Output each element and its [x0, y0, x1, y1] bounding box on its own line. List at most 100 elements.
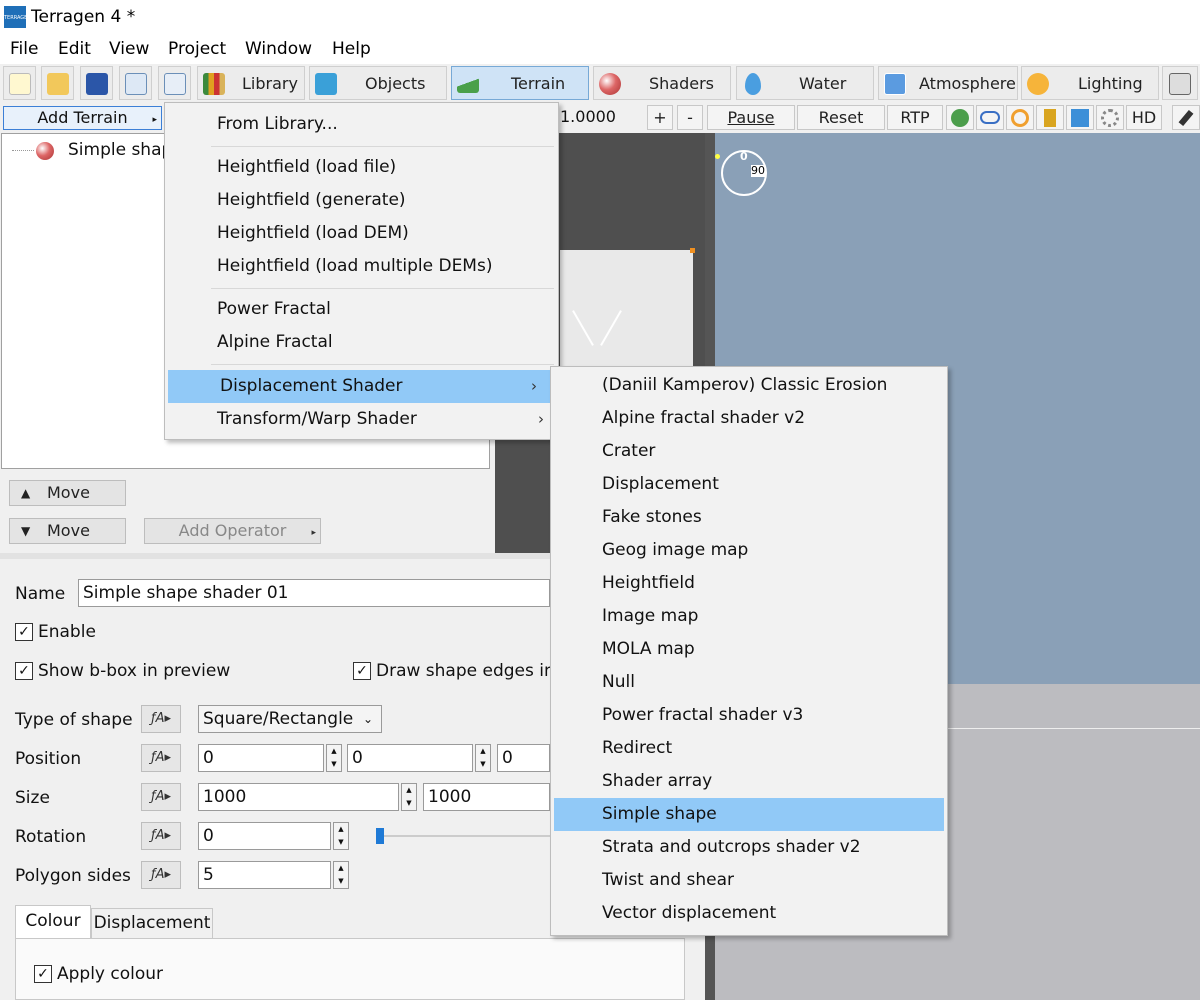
tab-displacement[interactable]: Displacement	[91, 908, 213, 939]
apply-colour-checkbox[interactable]: ✓	[34, 965, 52, 983]
position-z-field[interactable]: 0	[497, 744, 550, 772]
enable-checkbox[interactable]: ✓	[15, 623, 33, 641]
render-button[interactable]	[119, 66, 152, 100]
draw-edges-checkbox[interactable]: ✓	[353, 662, 371, 680]
menu-help[interactable]: Help	[332, 39, 371, 59]
menu-file[interactable]: File	[10, 39, 38, 59]
menu-item-from-library[interactable]: From Library...	[165, 108, 558, 141]
submenu-item[interactable]: Heightfield	[554, 567, 944, 600]
zoom-in-button[interactable]: +	[647, 105, 673, 130]
save-project-button[interactable]	[80, 66, 113, 100]
menu-item-heightfield-load-dem[interactable]: Heightfield (load DEM)	[165, 217, 558, 250]
pause-button[interactable]: Pause	[707, 105, 795, 130]
submenu-item-simple-shape[interactable]: Simple shape	[554, 798, 944, 831]
rotation-spinner[interactable]: ▲ ▼	[333, 822, 349, 850]
polygon-sides-field[interactable]: 5	[198, 861, 331, 889]
menu-edit[interactable]: Edit	[58, 39, 91, 59]
globe-icon	[951, 109, 969, 127]
show-bbox-checkbox[interactable]: ✓	[15, 662, 33, 680]
submenu-item[interactable]: Image map	[554, 600, 944, 633]
add-operator-button[interactable]: Add Operator ▸	[144, 518, 321, 544]
shaders-tab[interactable]: Shaders	[593, 66, 731, 100]
objects-tab[interactable]: Objects	[309, 66, 447, 100]
position-y-field[interactable]: 0	[347, 744, 473, 772]
submenu-item[interactable]: Power fractal shader v3	[554, 699, 944, 732]
position-x-field[interactable]: 0	[198, 744, 324, 772]
size-x-field[interactable]: 1000	[198, 783, 399, 811]
position-y-spinner[interactable]: ▲ ▼	[475, 744, 491, 772]
menu-window[interactable]: Window	[245, 39, 312, 59]
rotation-slider-track[interactable]	[384, 835, 550, 837]
render-settings-toggle[interactable]	[1096, 105, 1124, 130]
submenu-item[interactable]: Redirect	[554, 732, 944, 765]
3d-preview-button[interactable]	[158, 66, 191, 100]
move-down-button[interactable]: ▼ Move	[9, 518, 126, 544]
camera-compass-icon[interactable]: 0 90	[721, 150, 767, 196]
cameras-tab[interactable]	[1162, 66, 1198, 100]
rotation-field[interactable]: 0	[198, 822, 331, 850]
hd-button[interactable]: HD	[1126, 105, 1162, 130]
submenu-item[interactable]: Crater	[554, 435, 944, 468]
submenu-item[interactable]: Geog image map	[554, 534, 944, 567]
render-lighting-toggle[interactable]	[1006, 105, 1034, 130]
menu-item-transform-warp-shader[interactable]: Transform/Warp Shader ›	[165, 403, 558, 436]
submenu-item[interactable]: Null	[554, 666, 944, 699]
node-wire	[572, 310, 594, 346]
trophy-icon	[1044, 109, 1056, 127]
rtp-button[interactable]: RTP	[887, 105, 943, 130]
submenu-item[interactable]: Fake stones	[554, 501, 944, 534]
rotation-slider-thumb[interactable]	[376, 828, 384, 844]
menu-item-heightfield-load-file[interactable]: Heightfield (load file)	[165, 151, 558, 184]
add-terrain-button[interactable]: Add Terrain ▸	[3, 106, 162, 130]
submenu-item[interactable]: Shader array	[554, 765, 944, 798]
menu-item-alpine-fractal[interactable]: Alpine Fractal	[165, 326, 558, 359]
function-icon[interactable]: ƒA▸	[141, 861, 181, 889]
position-x-spinner[interactable]: ▲ ▼	[326, 744, 342, 772]
function-icon[interactable]: ƒA▸	[141, 744, 181, 772]
function-icon[interactable]: ƒA▸	[141, 822, 181, 850]
lighting-tab[interactable]: Lighting	[1021, 66, 1159, 100]
render-water-toggle[interactable]	[1066, 105, 1094, 130]
submenu-item[interactable]: (Daniil Kamperov) Classic Erosion	[554, 369, 944, 402]
menu-project[interactable]: Project	[168, 39, 226, 59]
submenu-item[interactable]: MOLA map	[554, 633, 944, 666]
menu-item-displacement-shader[interactable]: Displacement Shader ›	[168, 370, 551, 403]
new-file-icon	[9, 73, 31, 95]
render-clouds-toggle[interactable]	[976, 105, 1004, 130]
size-y-field[interactable]: 1000	[423, 783, 550, 811]
render-terrain-toggle[interactable]	[946, 105, 974, 130]
objects-label: Objects	[365, 74, 426, 93]
atmosphere-tab[interactable]: Atmosphere	[878, 66, 1018, 100]
compass-value: 90	[751, 164, 765, 177]
submenu-item[interactable]: Vector displacement	[554, 897, 944, 930]
zoom-value: 1.0000	[560, 107, 616, 126]
submenu-item[interactable]: Strata and outcrops shader v2	[554, 831, 944, 864]
menu-item-power-fractal[interactable]: Power Fractal	[165, 293, 558, 326]
polygon-sides-spinner[interactable]: ▲ ▼	[333, 861, 349, 889]
library-tab[interactable]: Library	[197, 66, 305, 100]
terrain-tab[interactable]: Terrain	[451, 66, 589, 100]
submenu-item[interactable]: Displacement	[554, 468, 944, 501]
move-up-button[interactable]: ▲ Move	[9, 480, 126, 506]
zoom-out-button[interactable]: -	[677, 105, 703, 130]
open-project-button[interactable]	[41, 66, 74, 100]
paint-tool-button[interactable]	[1172, 105, 1200, 130]
menu-view[interactable]: View	[109, 39, 149, 59]
submenu-item[interactable]: Twist and shear	[554, 864, 944, 897]
type-of-shape-select[interactable]: Square/Rectangle ⌄	[198, 705, 382, 733]
node-wire	[600, 310, 622, 346]
size-x-spinner[interactable]: ▲ ▼	[401, 783, 417, 811]
reset-button[interactable]: Reset	[797, 105, 885, 130]
move-down-label: Move	[47, 521, 90, 540]
water-tab[interactable]: Water	[736, 66, 874, 100]
new-project-button[interactable]	[3, 66, 36, 100]
menu-item-heightfield-generate[interactable]: Heightfield (generate)	[165, 184, 558, 217]
submenu-item[interactable]: Alpine fractal shader v2	[554, 402, 944, 435]
dropdown-arrow-icon: ▸	[311, 528, 316, 538]
menu-item-heightfield-load-multiple-dems[interactable]: Heightfield (load multiple DEMs)	[165, 250, 558, 283]
tab-colour[interactable]: Colour	[15, 905, 91, 939]
function-icon[interactable]: ƒA▸	[141, 783, 181, 811]
function-icon[interactable]: ƒA▸	[141, 705, 181, 733]
name-field[interactable]: Simple shape shader 01	[78, 579, 550, 607]
render-objects-toggle[interactable]	[1036, 105, 1064, 130]
